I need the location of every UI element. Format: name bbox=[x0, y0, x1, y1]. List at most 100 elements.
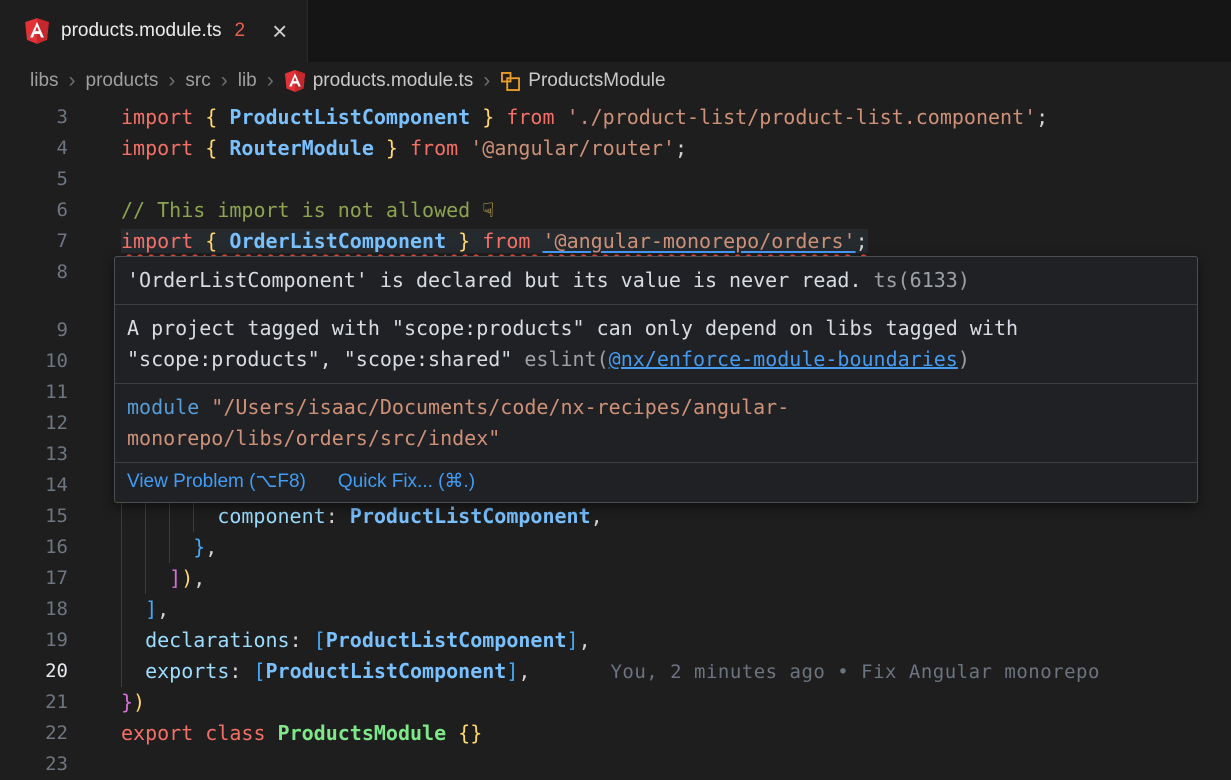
hover-line: A project tagged with "scope:products" c… bbox=[127, 313, 1185, 344]
code-line[interactable]: 7import { OrderListComponent } from '@an… bbox=[0, 226, 1231, 257]
code-content: ], bbox=[68, 594, 1231, 625]
token: class bbox=[205, 721, 277, 745]
token: } bbox=[374, 136, 410, 160]
hover-text: "/Users/isaac/Documents/code/nx-recipes/… bbox=[211, 395, 789, 419]
token: ; bbox=[856, 229, 868, 253]
line-number: 17 bbox=[0, 563, 68, 594]
hover-line: "scope:products", "scope:shared" eslint(… bbox=[127, 344, 1185, 375]
token: // This import is not allowed bbox=[121, 198, 482, 222]
token: ) bbox=[133, 690, 145, 714]
token: , bbox=[579, 628, 591, 652]
code-line[interactable]: 20exports: [ProductListComponent],You, 2… bbox=[0, 656, 1231, 687]
token: ☟ bbox=[482, 198, 494, 222]
line-number: 18 bbox=[0, 594, 68, 625]
code-line[interactable]: 23 bbox=[0, 749, 1231, 780]
hover-text: ) bbox=[958, 347, 970, 371]
code-line[interactable]: 6 // This import is not allowed ☟ bbox=[0, 195, 1231, 226]
close-icon[interactable]: × bbox=[272, 18, 287, 44]
token: component bbox=[217, 504, 325, 528]
breadcrumb-item-libs[interactable]: libs bbox=[30, 70, 59, 92]
indent-guide bbox=[145, 563, 169, 594]
token: ; bbox=[675, 136, 687, 160]
hover-text: A project tagged with "scope:products" c… bbox=[127, 316, 1018, 340]
token: import bbox=[121, 136, 205, 160]
tab-badge: 2 bbox=[235, 20, 246, 42]
code-line[interactable]: 4import { RouterModule } from '@angular/… bbox=[0, 133, 1231, 164]
code-line[interactable]: 21}) bbox=[0, 687, 1231, 718]
line-number: 10 bbox=[0, 346, 68, 377]
token: './product-list/product-list.component' bbox=[567, 105, 1037, 129]
token: {} bbox=[458, 721, 482, 745]
code-line[interactable]: 18], bbox=[0, 594, 1231, 625]
code-content: import { RouterModule } from '@angular/r… bbox=[68, 133, 1231, 164]
tab-title: products.module.ts bbox=[61, 20, 222, 42]
token: : bbox=[229, 659, 253, 683]
code-line[interactable]: 19declarations: [ProductListComponent], bbox=[0, 625, 1231, 656]
line-number: 6 bbox=[0, 195, 68, 226]
line-number: 11 bbox=[0, 377, 68, 408]
token: from bbox=[482, 229, 542, 253]
token: ] bbox=[169, 566, 181, 590]
token: } bbox=[121, 690, 133, 714]
token: , bbox=[157, 597, 169, 621]
token: declarations bbox=[145, 628, 290, 652]
token: from bbox=[506, 105, 566, 129]
indent-guide bbox=[121, 501, 145, 532]
token: import bbox=[121, 105, 205, 129]
code-content: export class ProductsModule {} bbox=[68, 718, 1231, 749]
token: { bbox=[205, 136, 229, 160]
token: OrderListComponent bbox=[229, 229, 446, 253]
code-line[interactable]: 17]), bbox=[0, 563, 1231, 594]
breadcrumb-label: ProductsModule bbox=[528, 70, 665, 92]
code-line[interactable]: 5 bbox=[0, 164, 1231, 195]
token: ] bbox=[506, 659, 518, 683]
token: export bbox=[121, 721, 205, 745]
token: ; bbox=[1036, 105, 1048, 129]
indent-guide bbox=[121, 594, 145, 625]
code-content: }, bbox=[68, 532, 1231, 563]
line-number: 4 bbox=[0, 133, 68, 164]
git-blame-annotation: You, 2 minutes ago • Fix Angular monorep… bbox=[610, 661, 1100, 683]
quick-fix-link[interactable]: Quick Fix... (⌘.) bbox=[338, 467, 475, 497]
hover-section-3: module "/Users/isaac/Documents/code/nx-r… bbox=[115, 384, 1197, 463]
code-line[interactable]: 16}, bbox=[0, 532, 1231, 563]
chevron-right-icon: › bbox=[482, 69, 491, 93]
token: import bbox=[121, 229, 205, 253]
hover-line: module "/Users/isaac/Documents/code/nx-r… bbox=[127, 392, 1185, 423]
indent-guide bbox=[145, 532, 169, 563]
token: RouterModule bbox=[229, 136, 374, 160]
token: , bbox=[193, 566, 205, 590]
breadcrumb-item-src[interactable]: src bbox=[185, 70, 210, 92]
line-number: 16 bbox=[0, 532, 68, 563]
import-path-link[interactable]: '@angular-monorepo/orders' bbox=[542, 229, 855, 253]
view-problem-link[interactable]: View Problem (⌥F8) bbox=[127, 467, 306, 497]
code-line[interactable]: 22export class ProductsModule {} bbox=[0, 718, 1231, 749]
code-content: ]), bbox=[68, 563, 1231, 594]
indent-guide bbox=[121, 656, 145, 687]
eslint-rule-link[interactable]: @nx/enforce-module-boundaries bbox=[609, 347, 958, 371]
tab-products-module[interactable]: products.module.ts 2 × bbox=[0, 0, 308, 62]
line-number: 23 bbox=[0, 749, 68, 780]
code-editor: 3import { ProductListComponent } from '.… bbox=[0, 100, 1231, 780]
token: : bbox=[326, 504, 350, 528]
line-number: 21 bbox=[0, 687, 68, 718]
breadcrumb-item-products-module-ts[interactable]: products.module.ts bbox=[284, 67, 474, 95]
line-number: 20 bbox=[0, 656, 68, 687]
angular-icon bbox=[24, 17, 50, 45]
code-line[interactable]: 15component: ProductListComponent, bbox=[0, 501, 1231, 532]
line-number: 12 bbox=[0, 408, 68, 439]
token: exports bbox=[145, 659, 229, 683]
hover-line: monorepo/libs/orders/src/index" bbox=[127, 423, 1185, 454]
token: '@angular/router' bbox=[470, 136, 675, 160]
code-line[interactable]: 3import { ProductListComponent } from '.… bbox=[0, 102, 1231, 133]
breadcrumb-item-lib[interactable]: lib bbox=[238, 70, 257, 92]
chevron-right-icon: › bbox=[68, 69, 77, 93]
token: { bbox=[205, 105, 229, 129]
tab-bar: products.module.ts 2 × bbox=[0, 0, 1231, 62]
breadcrumb-label: src bbox=[185, 70, 210, 92]
code-content: component: ProductListComponent, bbox=[68, 501, 1231, 532]
angular-icon bbox=[284, 67, 306, 95]
breadcrumb-item-products[interactable]: products bbox=[86, 70, 159, 92]
breadcrumb-item-productsmodule[interactable]: ProductsModule bbox=[500, 70, 665, 92]
line-number: 14 bbox=[0, 470, 68, 501]
